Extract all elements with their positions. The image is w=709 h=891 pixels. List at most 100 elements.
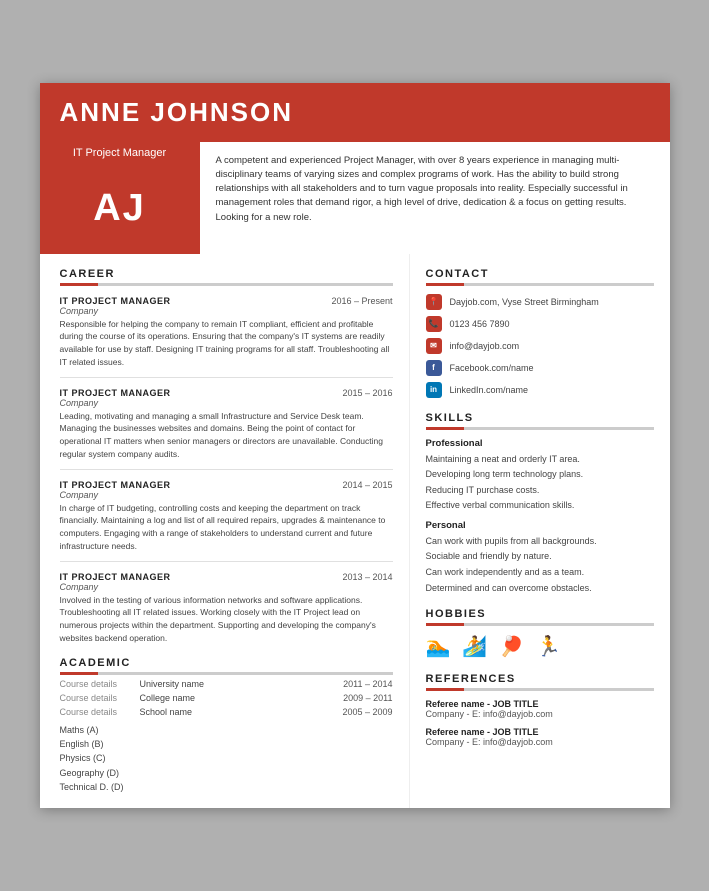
skill-item: Determined and can overcome obstacles. [426,582,654,595]
contact-item: f Facebook.com/name [426,360,654,376]
contact-item: in LinkedIn.com/name [426,382,654,398]
skills-heading: SKILLS [426,412,654,430]
contact-text: Dayjob.com, Vyse Street Birmingham [450,297,599,307]
sub-header: IT Project Manager AJ A competent and ex… [40,142,670,254]
qualifications-list: Maths (A)English (B)Physics (C)Geography… [60,723,393,795]
course-year: 2011 – 2014 [343,679,392,689]
career-company: Company [60,490,393,500]
hobby-icon: 🏄 [462,634,487,659]
contact-list: 📍 Dayjob.com, Vyse Street Birmingham 📞 0… [426,294,654,398]
reference-entry: Referee name - JOB TITLE Company - E: in… [426,699,654,719]
skill-item: Can work with pupils from all background… [426,535,654,548]
avatar-box: AJ [40,164,200,254]
career-list: IT PROJECT MANAGER 2016 – Present Compan… [60,296,393,645]
hobbies-heading: HOBBIES [426,608,654,626]
reference-entry: Referee name - JOB TITLE Company - E: in… [426,727,654,747]
skill-item: Can work independently and as a team. [426,566,654,579]
career-desc: Responsible for helping the company to r… [60,318,393,369]
main-left: CAREER IT PROJECT MANAGER 2016 – Present… [40,254,410,809]
job-title-bar: IT Project Manager [40,142,200,164]
body: CAREER IT PROJECT MANAGER 2016 – Present… [40,254,670,809]
contact-item: 📍 Dayjob.com, Vyse Street Birmingham [426,294,654,310]
skills-personal-list: Can work with pupils from all background… [426,535,654,594]
career-entry: IT PROJECT MANAGER 2014 – 2015 Company I… [60,480,393,553]
skill-item: Developing long term technology plans. [426,468,654,481]
reference-name: Referee name - JOB TITLE [426,699,654,709]
contact-text: 0123 456 7890 [450,319,510,329]
facebook-icon: f [426,360,442,376]
skills-personal-label: Personal [426,520,654,531]
skill-item: Maintaining a neat and orderly IT area. [426,453,654,466]
contact-text: LinkedIn.com/name [450,385,529,395]
career-company: Company [60,306,393,316]
career-dates: 2015 – 2016 [342,388,392,398]
academic-courses: Course details University name 2011 – 20… [60,679,393,717]
linkedin-icon: in [426,382,442,398]
academic-heading: ACADEMIC [60,657,393,675]
career-company: Company [60,398,393,408]
skill-item: Reducing IT purchase costs. [426,484,654,497]
academic-row: Course details University name 2011 – 20… [60,679,393,689]
academic-row: Course details School name 2005 – 2009 [60,707,393,717]
skills-professional-list: Maintaining a neat and orderly IT area. D… [426,453,654,512]
course-place: University name [140,679,344,689]
header: ANNE JOHNSON [40,83,670,142]
hobbies-list: 🏊 🏄 🏓 🏃 [426,634,654,659]
main-right: CONTACT 📍 Dayjob.com, Vyse Street Birmin… [410,254,670,809]
career-desc: Leading, motivating and managing a small… [60,410,393,461]
career-desc: In charge of IT budgeting, controlling c… [60,502,393,553]
phone-icon: 📞 [426,316,442,332]
summary-col: A competent and experienced Project Mana… [200,142,670,254]
career-entry: IT PROJECT MANAGER 2016 – Present Compan… [60,296,393,369]
hobby-icon: 🏊 [426,634,451,659]
skill-item: Effective verbal communication skills. [426,499,654,512]
contact-text: info@dayjob.com [450,341,520,351]
career-company: Company [60,582,393,592]
contact-item: 📞 0123 456 7890 [426,316,654,332]
course-year: 2005 – 2009 [342,707,392,717]
hobby-icon: 🏃 [536,634,561,659]
reference-name: Referee name - JOB TITLE [426,727,654,737]
reference-detail: Company - E: info@dayjob.com [426,737,654,747]
references-heading: REFERENCES [426,673,654,691]
avatar-initials: AJ [93,187,146,230]
hobby-icon: 🏓 [499,634,524,659]
academic-row: Course details College name 2009 – 2011 [60,693,393,703]
summary-text: A competent and experienced Project Mana… [216,154,654,225]
contact-text: Facebook.com/name [450,363,534,373]
qualification-item: Technical D. (D) [60,780,393,794]
course-label: Course details [60,679,140,689]
career-entry: IT PROJECT MANAGER 2015 – 2016 Company L… [60,388,393,461]
career-title: IT PROJECT MANAGER [60,480,171,490]
career-dates: 2016 – Present [331,296,392,306]
career-title: IT PROJECT MANAGER [60,296,171,306]
career-title: IT PROJECT MANAGER [60,388,171,398]
qualification-item: Geography (D) [60,766,393,780]
career-title: IT PROJECT MANAGER [60,572,171,582]
career-entry: IT PROJECT MANAGER 2013 – 2014 Company I… [60,572,393,645]
career-desc: Involved in the testing of various infor… [60,594,393,645]
course-label: Course details [60,707,140,717]
qualification-item: Physics (C) [60,751,393,765]
qualification-item: English (B) [60,737,393,751]
job-title-text: IT Project Manager [73,147,166,159]
skill-item: Sociable and friendly by nature. [426,550,654,563]
career-dates: 2013 – 2014 [342,572,392,582]
location-icon: 📍 [426,294,442,310]
qualification-item: Maths (A) [60,723,393,737]
resume-page: ANNE JOHNSON IT Project Manager AJ A com… [40,83,670,809]
career-dates: 2014 – 2015 [342,480,392,490]
course-year: 2009 – 2011 [343,693,392,703]
course-label: Course details [60,693,140,703]
reference-detail: Company - E: info@dayjob.com [426,709,654,719]
references-list: Referee name - JOB TITLE Company - E: in… [426,699,654,747]
left-avatar-col: IT Project Manager AJ [40,142,200,254]
candidate-name: ANNE JOHNSON [60,97,650,128]
course-place: College name [140,693,344,703]
email-icon: ✉ [426,338,442,354]
career-heading: CAREER [60,268,393,286]
skills-professional-label: Professional [426,438,654,449]
contact-item: ✉ info@dayjob.com [426,338,654,354]
contact-heading: CONTACT [426,268,654,286]
course-place: School name [140,707,343,717]
